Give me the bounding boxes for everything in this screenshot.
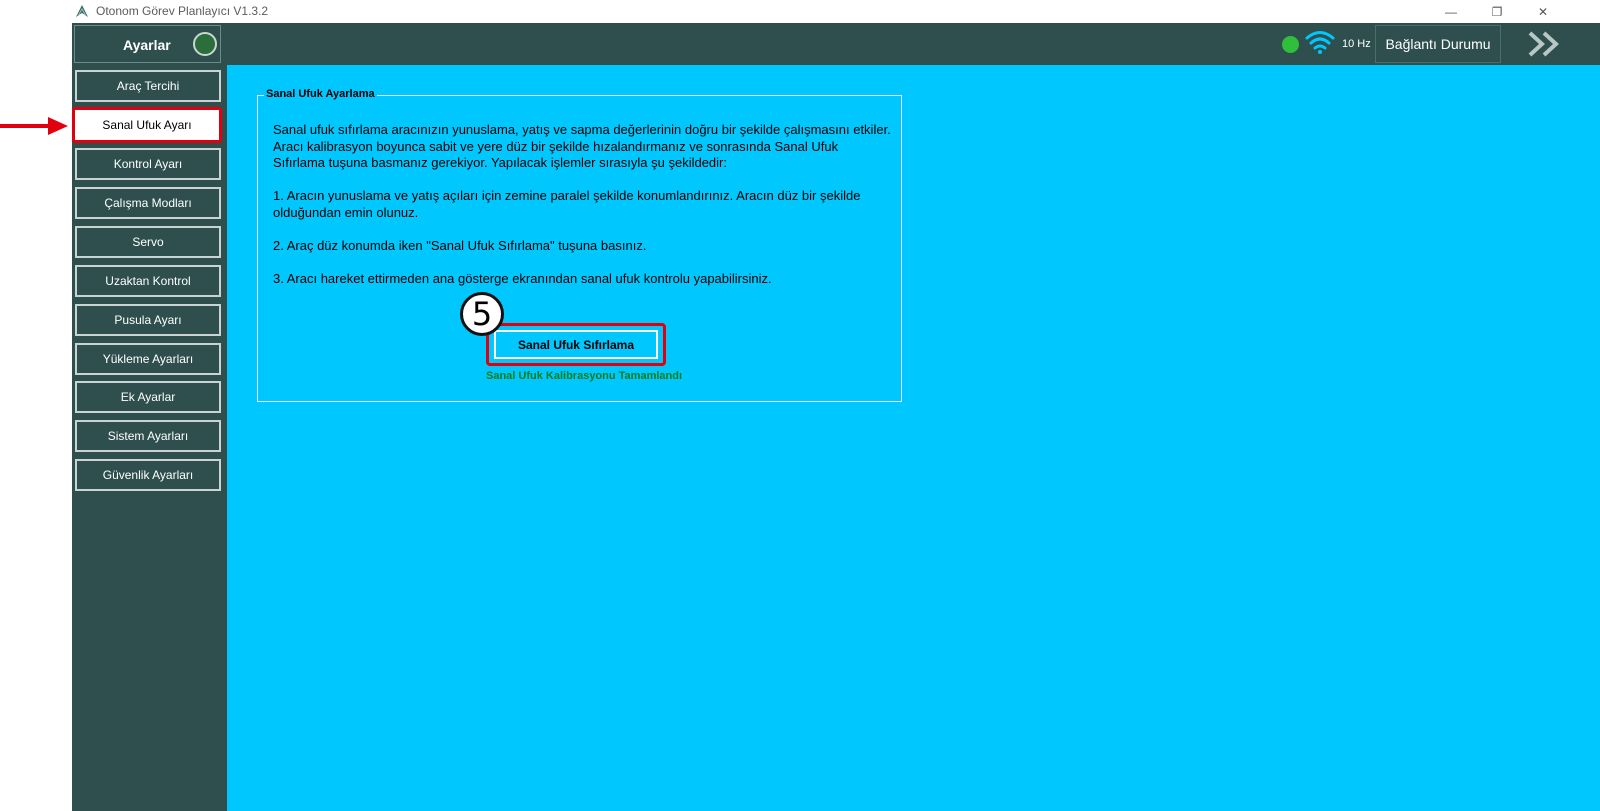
restore-button[interactable]: ❐ xyxy=(1474,0,1520,23)
window-title: Otonom Görev Planlayıcı V1.3.2 xyxy=(96,4,269,18)
virtual-horizon-groupbox: Sanal Ufuk Ayarlama Sanal ufuk sıfırlama… xyxy=(257,88,902,402)
step-2-text: 2. Araç düz konumda iken "Sanal Ufuk Sıf… xyxy=(273,238,647,253)
step-1-text: 1. Aracın yunuslama ve yatış açıları içi… xyxy=(273,188,861,220)
top-status-bar: 10 Hz Bağlantı Durumu xyxy=(227,23,1600,65)
sidebar-item-kontrol-ayari[interactable]: Kontrol Ayarı xyxy=(75,148,221,180)
window-titlebar: Otonom Görev Planlayıcı V1.3.2 — ❐ ✕ xyxy=(72,0,1600,23)
annotation-arrow-icon xyxy=(0,117,68,135)
step-number-badge: 5 xyxy=(460,292,504,336)
sidebar-item-pusula-ayari[interactable]: Pusula Ayarı xyxy=(75,304,221,336)
sidebar-title: Ayarlar xyxy=(123,37,171,53)
connection-status-button[interactable]: Bağlantı Durumu xyxy=(1375,25,1501,63)
sidebar-item-guvenlik-ayarlari[interactable]: Güvenlik Ayarları xyxy=(75,459,221,491)
sidebar-item-ek-ayarlar[interactable]: Ek Ayarlar xyxy=(75,381,221,413)
minimize-button[interactable]: — xyxy=(1428,0,1474,23)
sidebar-item-servo[interactable]: Servo xyxy=(75,226,221,258)
sidebar-item-calisma-modlari[interactable]: Çalışma Modları xyxy=(75,187,221,219)
settings-sidebar: Ayarlar Araç Tercihi Sanal Ufuk Ayarı Ko… xyxy=(72,23,227,811)
double-chevron-right-icon[interactable] xyxy=(1527,31,1563,57)
main-content: Sanal Ufuk Ayarlama Sanal ufuk sıfırlama… xyxy=(227,65,1600,811)
wifi-icon xyxy=(1305,31,1335,54)
calibration-status-message: Sanal Ufuk Kalibrasyonu Tamamlandı xyxy=(486,370,683,382)
sidebar-item-arac-tercihi[interactable]: Araç Tercihi xyxy=(75,70,221,102)
app-logo-icon xyxy=(76,5,88,17)
sidebar-item-sanal-ufuk-ayari[interactable]: Sanal Ufuk Ayarı xyxy=(72,107,222,143)
sidebar-item-sistem-ayarlari[interactable]: Sistem Ayarları xyxy=(75,420,221,452)
settings-status-icon xyxy=(193,32,217,56)
reset-button-highlight: Sanal Ufuk Sıfırlama xyxy=(486,323,666,366)
groupbox-title: Sanal Ufuk Ayarlama xyxy=(264,88,377,100)
step-3-text: 3. Aracı hareket ettirmeden ana gösterge… xyxy=(273,271,772,286)
sidebar-item-yukleme-ayarlari[interactable]: Yükleme Ayarları xyxy=(75,343,221,375)
intro-text: Sanal ufuk sıfırlama aracınızın yunuslam… xyxy=(273,122,891,170)
sidebar-item-uzaktan-kontrol[interactable]: Uzaktan Kontrol xyxy=(75,265,221,297)
sidebar-header: Ayarlar xyxy=(74,25,221,63)
virtual-horizon-reset-button[interactable]: Sanal Ufuk Sıfırlama xyxy=(494,330,658,359)
close-button[interactable]: ✕ xyxy=(1520,0,1566,23)
update-rate-text: 10 Hz xyxy=(1342,38,1371,50)
connection-status-dot xyxy=(1282,36,1299,53)
